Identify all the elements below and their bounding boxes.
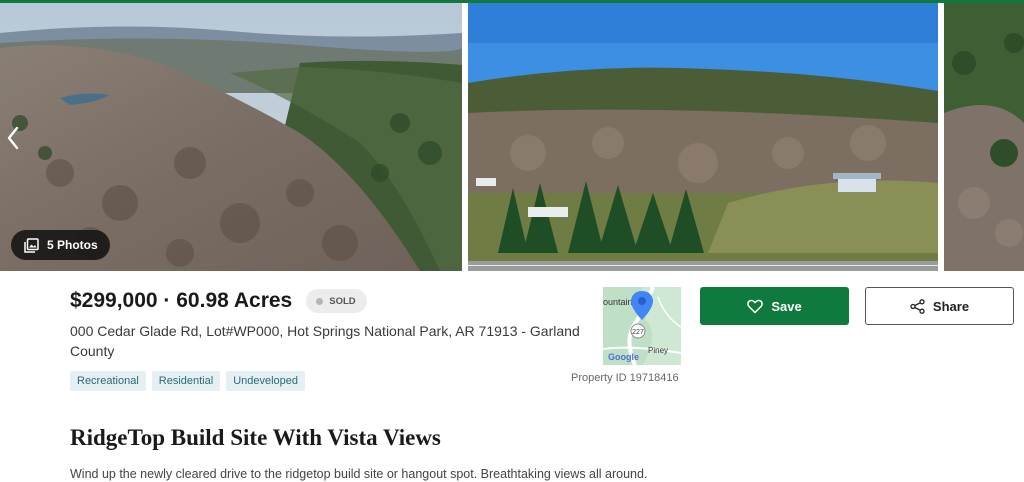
map-place-label: ountain bbox=[603, 297, 633, 307]
share-label: Share bbox=[932, 298, 970, 314]
field-and-hill-photo bbox=[468, 3, 938, 271]
listing-description: Wind up the newly cleared drive to the r… bbox=[70, 467, 648, 481]
tag-residential[interactable]: Residential bbox=[151, 371, 221, 391]
map-thumbnail[interactable]: ountain 227 Piney Google bbox=[603, 287, 681, 365]
property-id: Property ID 19718416 bbox=[571, 372, 679, 384]
status-dot-icon bbox=[316, 297, 324, 305]
property-tags: Recreational Residential Undeveloped bbox=[70, 371, 306, 391]
photo-count-button[interactable]: 5 Photos bbox=[11, 230, 110, 260]
price-and-acreage: $299,000 · 60.98 Acres bbox=[70, 289, 293, 312]
status-label: SOLD bbox=[329, 295, 356, 307]
gallery-photo-3[interactable] bbox=[944, 3, 1024, 271]
photo-count-label: 5 Photos bbox=[47, 238, 98, 252]
map-image: ountain 227 Piney Google bbox=[603, 287, 681, 365]
save-label: Save bbox=[771, 298, 802, 314]
listing-title: RidgeTop Build Site With Vista Views bbox=[70, 425, 441, 450]
chevron-left-icon bbox=[7, 126, 19, 150]
heart-icon bbox=[747, 299, 764, 313]
map-town-label: Piney bbox=[648, 346, 668, 355]
forest-edge-photo bbox=[944, 3, 1024, 271]
tag-undeveloped[interactable]: Undeveloped bbox=[226, 371, 306, 391]
tag-recreational[interactable]: Recreational bbox=[70, 371, 146, 391]
map-provider-label: Google bbox=[608, 352, 639, 362]
property-address: 000 Cedar Glade Rd, Lot#WP000, Hot Sprin… bbox=[70, 323, 580, 359]
gallery-photo-2[interactable] bbox=[468, 3, 938, 271]
share-button[interactable]: Share bbox=[865, 287, 1014, 325]
gallery-prev-button[interactable] bbox=[2, 121, 24, 155]
save-button[interactable]: Save bbox=[700, 287, 849, 325]
share-icon bbox=[910, 298, 925, 314]
photo-gallery: 5 Photos bbox=[0, 3, 1024, 271]
map-road-label: 227 bbox=[632, 329, 644, 336]
price-row: $299,000 · 60.98 Acres SOLD bbox=[70, 289, 367, 313]
photo-stack-icon bbox=[24, 237, 39, 253]
status-badge: SOLD bbox=[306, 289, 367, 313]
